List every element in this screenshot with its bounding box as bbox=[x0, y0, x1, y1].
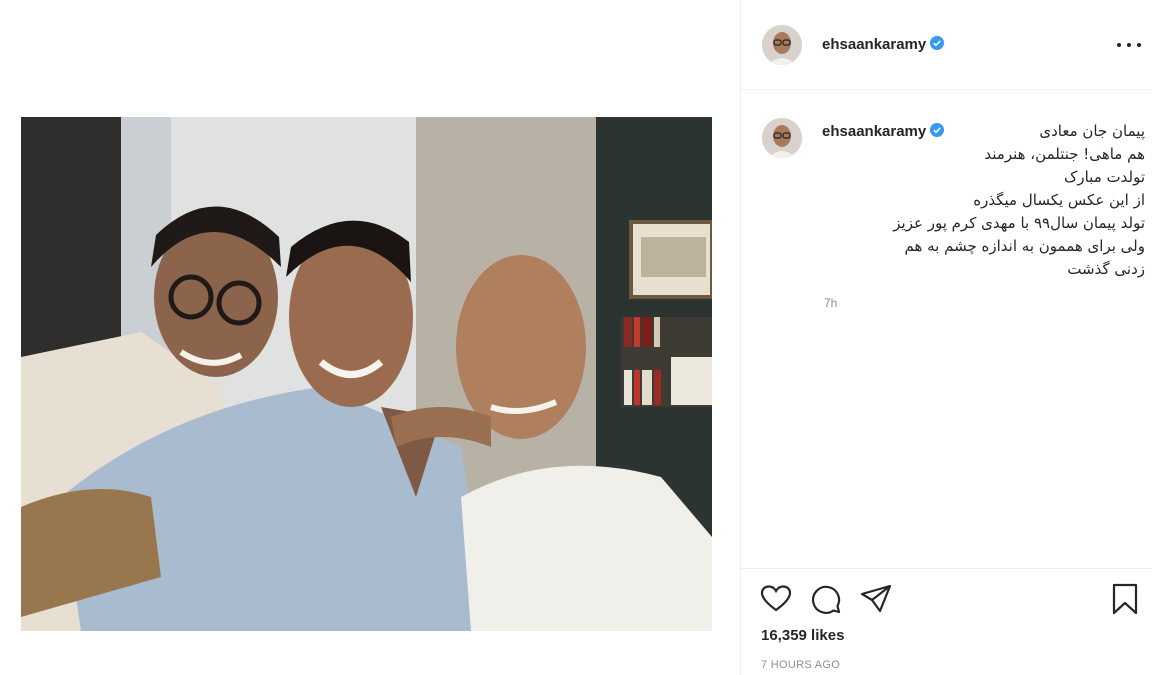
caption-line: تولدت مبارک bbox=[1063, 168, 1145, 186]
caption-age[interactable]: 7h bbox=[824, 296, 837, 310]
header-username-text[interactable]: ehsaankaramy bbox=[822, 36, 926, 53]
post-timestamp[interactable]: 7 HOURS AGO bbox=[761, 659, 840, 671]
post-photo[interactable] bbox=[21, 117, 712, 631]
caption-avatar-image bbox=[762, 118, 802, 158]
caption-line: پیمان جان معادی bbox=[1039, 122, 1145, 140]
caption-line: تولد پیمان سال۹۹ با مهدی کرم پور عزیز bbox=[893, 214, 1145, 232]
bookmark-icon[interactable] bbox=[1108, 582, 1142, 616]
avatar[interactable] bbox=[762, 25, 802, 65]
post-sidebar: ehsaankaramy ehsaankaramy پیمان جان معاد… bbox=[740, 0, 1152, 675]
comment-icon[interactable] bbox=[809, 582, 843, 616]
more-options-icon[interactable] bbox=[1117, 36, 1141, 54]
caption-line: زدنی گذشت bbox=[1067, 260, 1145, 278]
caption-text: پیمان جان معادی هم ماهی! جنتلمن، هنرمند … bbox=[823, 120, 1145, 281]
caption-line: هم ماهی! جنتلمن، هنرمند bbox=[984, 145, 1145, 163]
likes-count[interactable]: 16,359 likes bbox=[761, 627, 844, 644]
post-media-pane bbox=[0, 0, 740, 675]
header-username[interactable]: ehsaankaramy bbox=[822, 36, 945, 53]
post-header: ehsaankaramy bbox=[741, 0, 1152, 90]
share-icon[interactable] bbox=[859, 582, 893, 616]
caption-avatar[interactable] bbox=[762, 118, 802, 158]
heart-icon[interactable] bbox=[759, 582, 793, 616]
action-bar: 16,359 likes 7 HOURS AGO bbox=[741, 568, 1152, 675]
avatar-image bbox=[762, 25, 802, 65]
selfie-photo-image bbox=[21, 117, 712, 631]
caption-line: ولی برای هممون به اندازه چشم به هم bbox=[904, 237, 1145, 255]
verified-badge-icon bbox=[930, 36, 945, 50]
caption-line: از این عکس یکسال میگذره bbox=[973, 191, 1145, 209]
